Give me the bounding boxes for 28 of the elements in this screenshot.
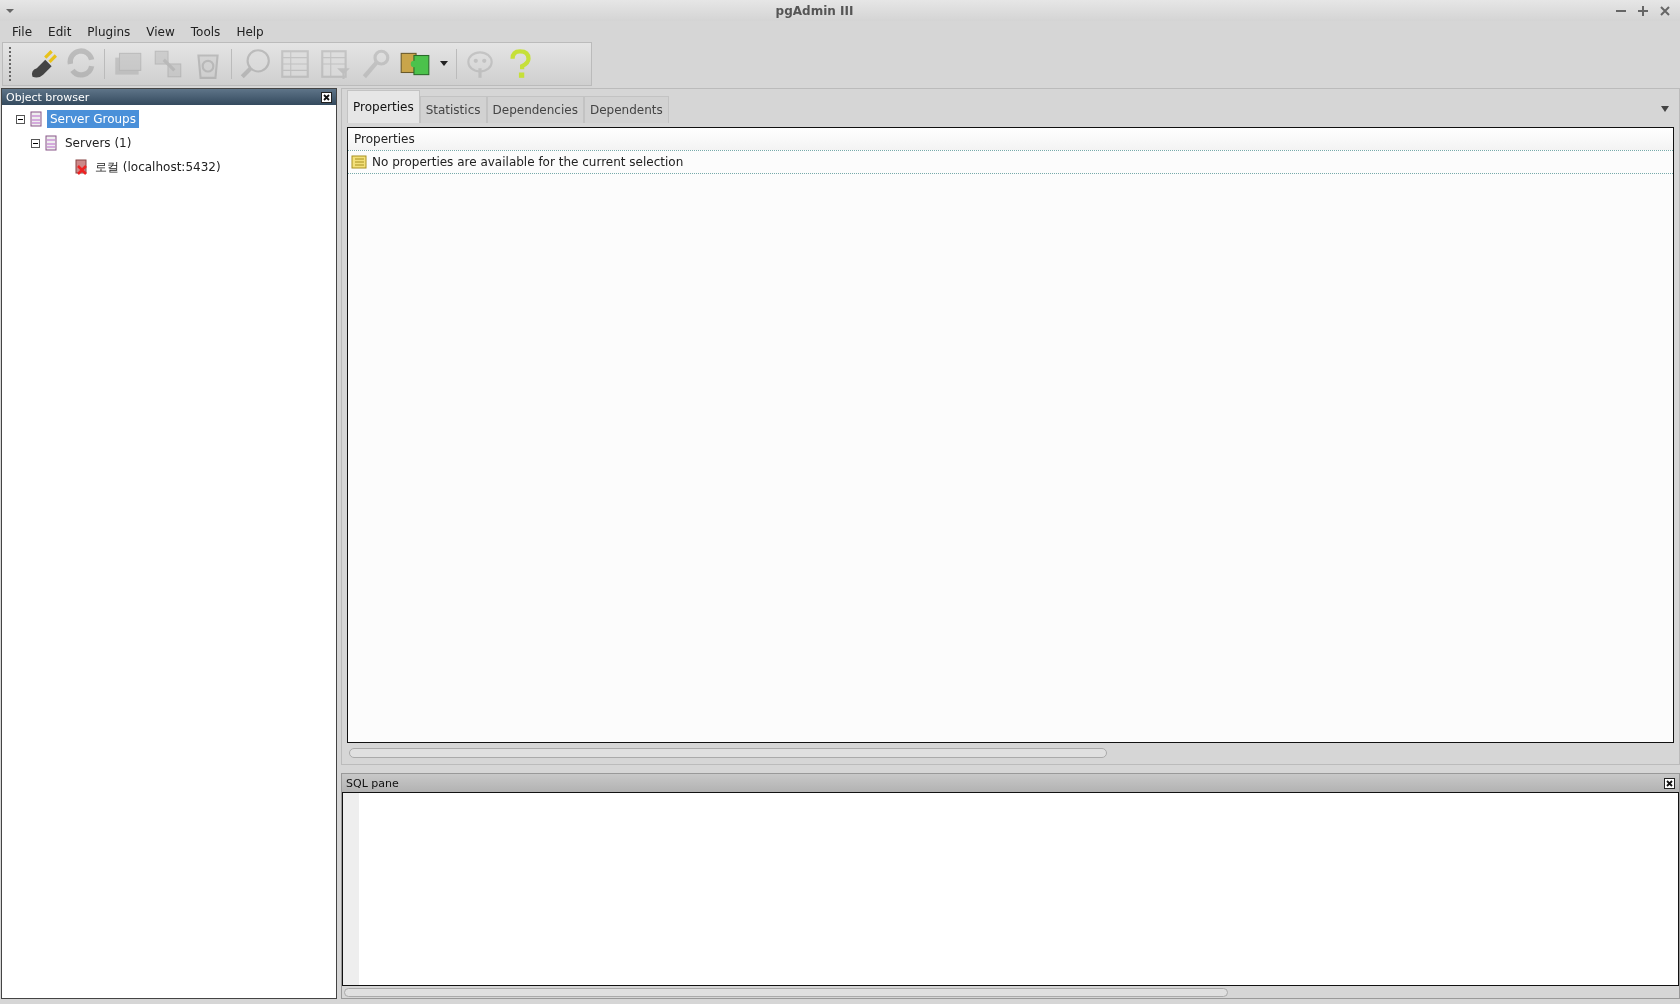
server-disconnected-icon	[74, 159, 88, 175]
menu-item[interactable]: File	[4, 22, 41, 41]
menu-item[interactable]: View	[138, 22, 183, 41]
menu-item[interactable]: Plugins	[79, 22, 139, 41]
window-title: pgAdmin III	[774, 3, 855, 18]
close-icon[interactable]	[1664, 777, 1675, 789]
list-icon	[351, 155, 367, 169]
menu-item[interactable]: Help	[228, 22, 272, 41]
tab[interactable]: Statistics	[419, 96, 487, 123]
collapse-icon[interactable]	[31, 138, 40, 148]
dropdown-icon[interactable]	[1660, 105, 1670, 113]
tab[interactable]: Dependents	[583, 96, 669, 123]
tab[interactable]: Properties	[347, 90, 420, 123]
list-row-text: No properties are available for the current selection	[372, 155, 684, 169]
collapse-icon[interactable]	[16, 114, 25, 124]
tab[interactable]: Dependencies	[486, 96, 584, 123]
maximize-icon[interactable]	[1636, 3, 1650, 18]
server-icon	[44, 135, 58, 151]
scrollbar-thumb[interactable]	[349, 748, 1107, 758]
close-icon[interactable]	[321, 91, 332, 103]
menu-item[interactable]: Tools	[182, 22, 229, 41]
panel-title: Object browser	[6, 90, 90, 104]
tree-item[interactable]: Servers (1)	[62, 134, 135, 152]
menu-item[interactable]: Edit	[40, 22, 80, 41]
tree-item[interactable]: 로컬 (localhost:5432)	[92, 156, 224, 178]
server-icon	[29, 111, 43, 127]
scrollbar-thumb[interactable]	[344, 987, 1228, 997]
panel-title: SQL pane	[346, 776, 399, 790]
